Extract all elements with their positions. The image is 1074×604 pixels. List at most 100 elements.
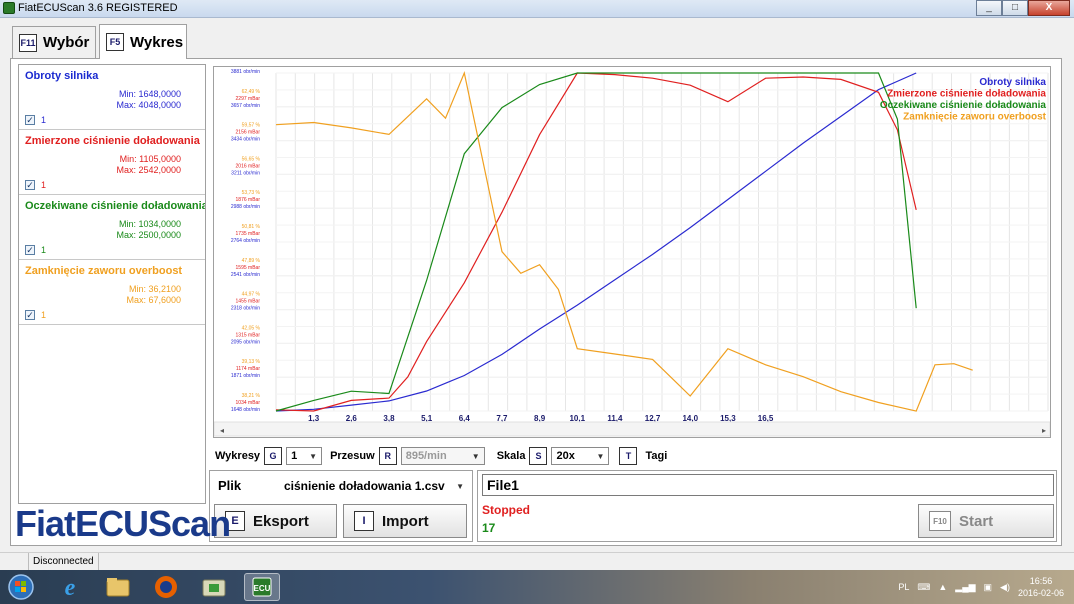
f5-key-icon: F5 [106,33,124,51]
window-title: FiatECUScan 3.6 REGISTERED [18,2,178,14]
legend-item-name: Zmierzone ciśnienie doładowania [25,135,200,147]
wykresy-label: Wykresy [215,450,261,462]
y-tick-label-percent: 62,49 % [242,89,261,95]
legend-item-max: Max: 67,6000 [126,295,181,305]
signal-icon[interactable]: ▂▄▆ [955,582,975,593]
scroll-left-icon: ◂ [220,426,224,435]
y-tick-label-percent: 39,13 % [242,359,261,365]
skala-select[interactable]: 20x ▼ [551,447,610,465]
connection-status: Disconnected [28,553,99,571]
legend-checkbox[interactable]: ✓ [25,115,35,125]
chart-legend-entry: Obroty silnika [979,77,1046,88]
g-key-icon: G [264,447,283,465]
fiatecuscan-logo: FiatECUScan [15,503,231,544]
status-count: 17 [482,521,496,535]
network-icon[interactable]: ▣ [984,582,993,593]
horizontal-scrollbar [214,421,1050,437]
skala-label: Skala [496,450,526,462]
y-tick-label-rpm: 2764 obr/min [231,238,260,244]
legend-item-min: Min: 1105,0000 [119,154,181,164]
file-name-field[interactable]: File1 [482,474,1054,496]
y-tick-label-rpm: 1648 obr/min [231,407,260,413]
line-chart: 38,21 %1034 mBar1648 obr/min 39,13 %1174 … [214,67,1050,437]
y-tick-label-mbar: 2297 mBar [236,96,261,102]
r-key-icon: R [378,447,397,465]
chevron-down-icon: ▼ [456,481,464,491]
legend-checkbox[interactable]: ✓ [25,310,35,320]
legend-checkbox[interactable]: ✓ [25,180,35,190]
tab-wykres-label: Wykres [130,33,184,51]
import-label: Import [382,512,429,530]
legend-item-max: Max: 2500,0000 [116,230,181,240]
series-legend-panel: Obroty silnika Min: 1648,0000 Max: 4048,… [18,64,206,504]
legend-item-zamkniecie: Zamknięcie zaworu overboost Min: 36,2100… [19,260,205,325]
y-tick-label-percent: 53,73 % [242,190,261,196]
legend-item-oczekiwane: Oczekiwane ciśnienie doładowania Min: 10… [19,195,205,260]
clock-time: 16:56 [1029,576,1053,586]
ie-icon[interactable]: e [52,573,88,601]
t-key-icon[interactable]: T [619,447,638,465]
legend-item-obroty: Obroty silnika Min: 1648,0000 Max: 4048,… [19,65,205,130]
y-tick-label-percent: 47,89 % [242,258,261,264]
y-tick-label-rpm: 2318 obr/min [231,306,260,312]
legend-checkbox-label: 1 [41,115,47,125]
f11-key-icon: F11 [19,33,37,52]
firefox-icon[interactable] [148,573,184,601]
y-tick-label-mbar: 2437 mBar [236,67,261,68]
tray-up-arrow-icon[interactable]: ▲ [938,582,947,592]
close-button[interactable]: X [1028,0,1070,16]
legend-checkbox[interactable]: ✓ [25,245,35,255]
volume-icon[interactable]: ◀) [1000,582,1010,593]
i-key-icon: I [354,511,374,531]
start-orb-icon[interactable] [4,573,38,601]
start-button[interactable]: F10 Start [918,504,1054,538]
chart-legend-entry: Zmierzone ciśnienie doładowania [887,89,1046,100]
windows-taskbar: e ECU PL ⌨ ▲ ▂▄▆ ▣ ◀) 16:56 2016-02-06 [0,570,1074,604]
przesuw-select[interactable]: 895/min ▼ [400,447,485,465]
minimize-button[interactable]: _ [976,0,1002,16]
y-tick-label-rpm: 1871 obr/min [231,373,260,379]
explorer-icon[interactable] [100,573,136,601]
clock[interactable]: 16:56 2016-02-06 [1018,575,1064,599]
chart-legend-entry: Oczekiwane ciśnienie doładowania [880,100,1047,111]
keyboard-icon[interactable]: ⌨ [917,582,930,593]
start-label: Start [959,512,994,530]
tab-wybor[interactable]: F11 Wybór [12,26,96,58]
legend-item-name: Zamknięcie zaworu overboost [25,265,183,277]
y-tick-label-mbar: 1455 mBar [236,299,261,305]
maximize-button[interactable]: □ [1002,0,1028,16]
eksport-button[interactable]: E Eksport [214,504,337,538]
chart-area[interactable]: 38,21 % 1034 mBar 1648 obr/min 39,13 % 1174 … [213,66,1051,438]
chart-legend-entry: Zamknięcie zaworu overboost [903,112,1046,123]
legend-item-zmierzone: Zmierzone ciśnienie doładowania Min: 110… [19,130,205,195]
przesuw-label: Przesuw [330,450,375,462]
y-tick-label-mbar: 1174 mBar [236,366,260,372]
svg-text:e: e [65,575,76,600]
wykresy-select[interactable]: 1 ▼ [286,447,323,465]
y-tick-label-rpm: 2095 obr/min [231,339,260,345]
legend-item-min: Min: 36,2100 [128,284,181,294]
plik-select[interactable]: ciśnienie doładowania 1.csv ▼ [280,476,468,496]
tab-wykres[interactable]: F5 Wykres [99,24,187,59]
import-button[interactable]: I Import [343,504,467,538]
legend-item-max: Max: 2542,0000 [116,165,181,175]
language-indicator[interactable]: PL [898,582,909,592]
y-tick-label-mbar: 1315 mBar [236,332,261,338]
legend-checkbox-label: 1 [41,180,47,190]
s-key-icon: S [529,447,548,465]
svg-text:ECU: ECU [254,584,271,593]
legend-item-max: Max: 4048,0000 [116,100,181,110]
legend-item-name: Obroty silnika [25,70,99,82]
y-tick-label-percent: 44,97 % [242,292,261,298]
y-tick-label-mbar: 1595 mBar [236,265,261,271]
skala-value: 20x [556,450,575,462]
tab-wybor-label: Wybór [43,34,90,51]
fiatecuscan-taskbar-icon[interactable]: ECU [244,573,280,601]
y-tick-label-percent: 38,21 % [242,393,261,399]
status-state: Stopped [482,503,530,517]
y-tick-label-mbar: 2016 mBar [236,163,261,169]
wykresy-value: 1 [291,450,298,462]
app-folder-icon[interactable] [196,573,232,601]
przesuw-value: 895/min [405,450,447,462]
tagi-label: Tagi [645,450,668,462]
